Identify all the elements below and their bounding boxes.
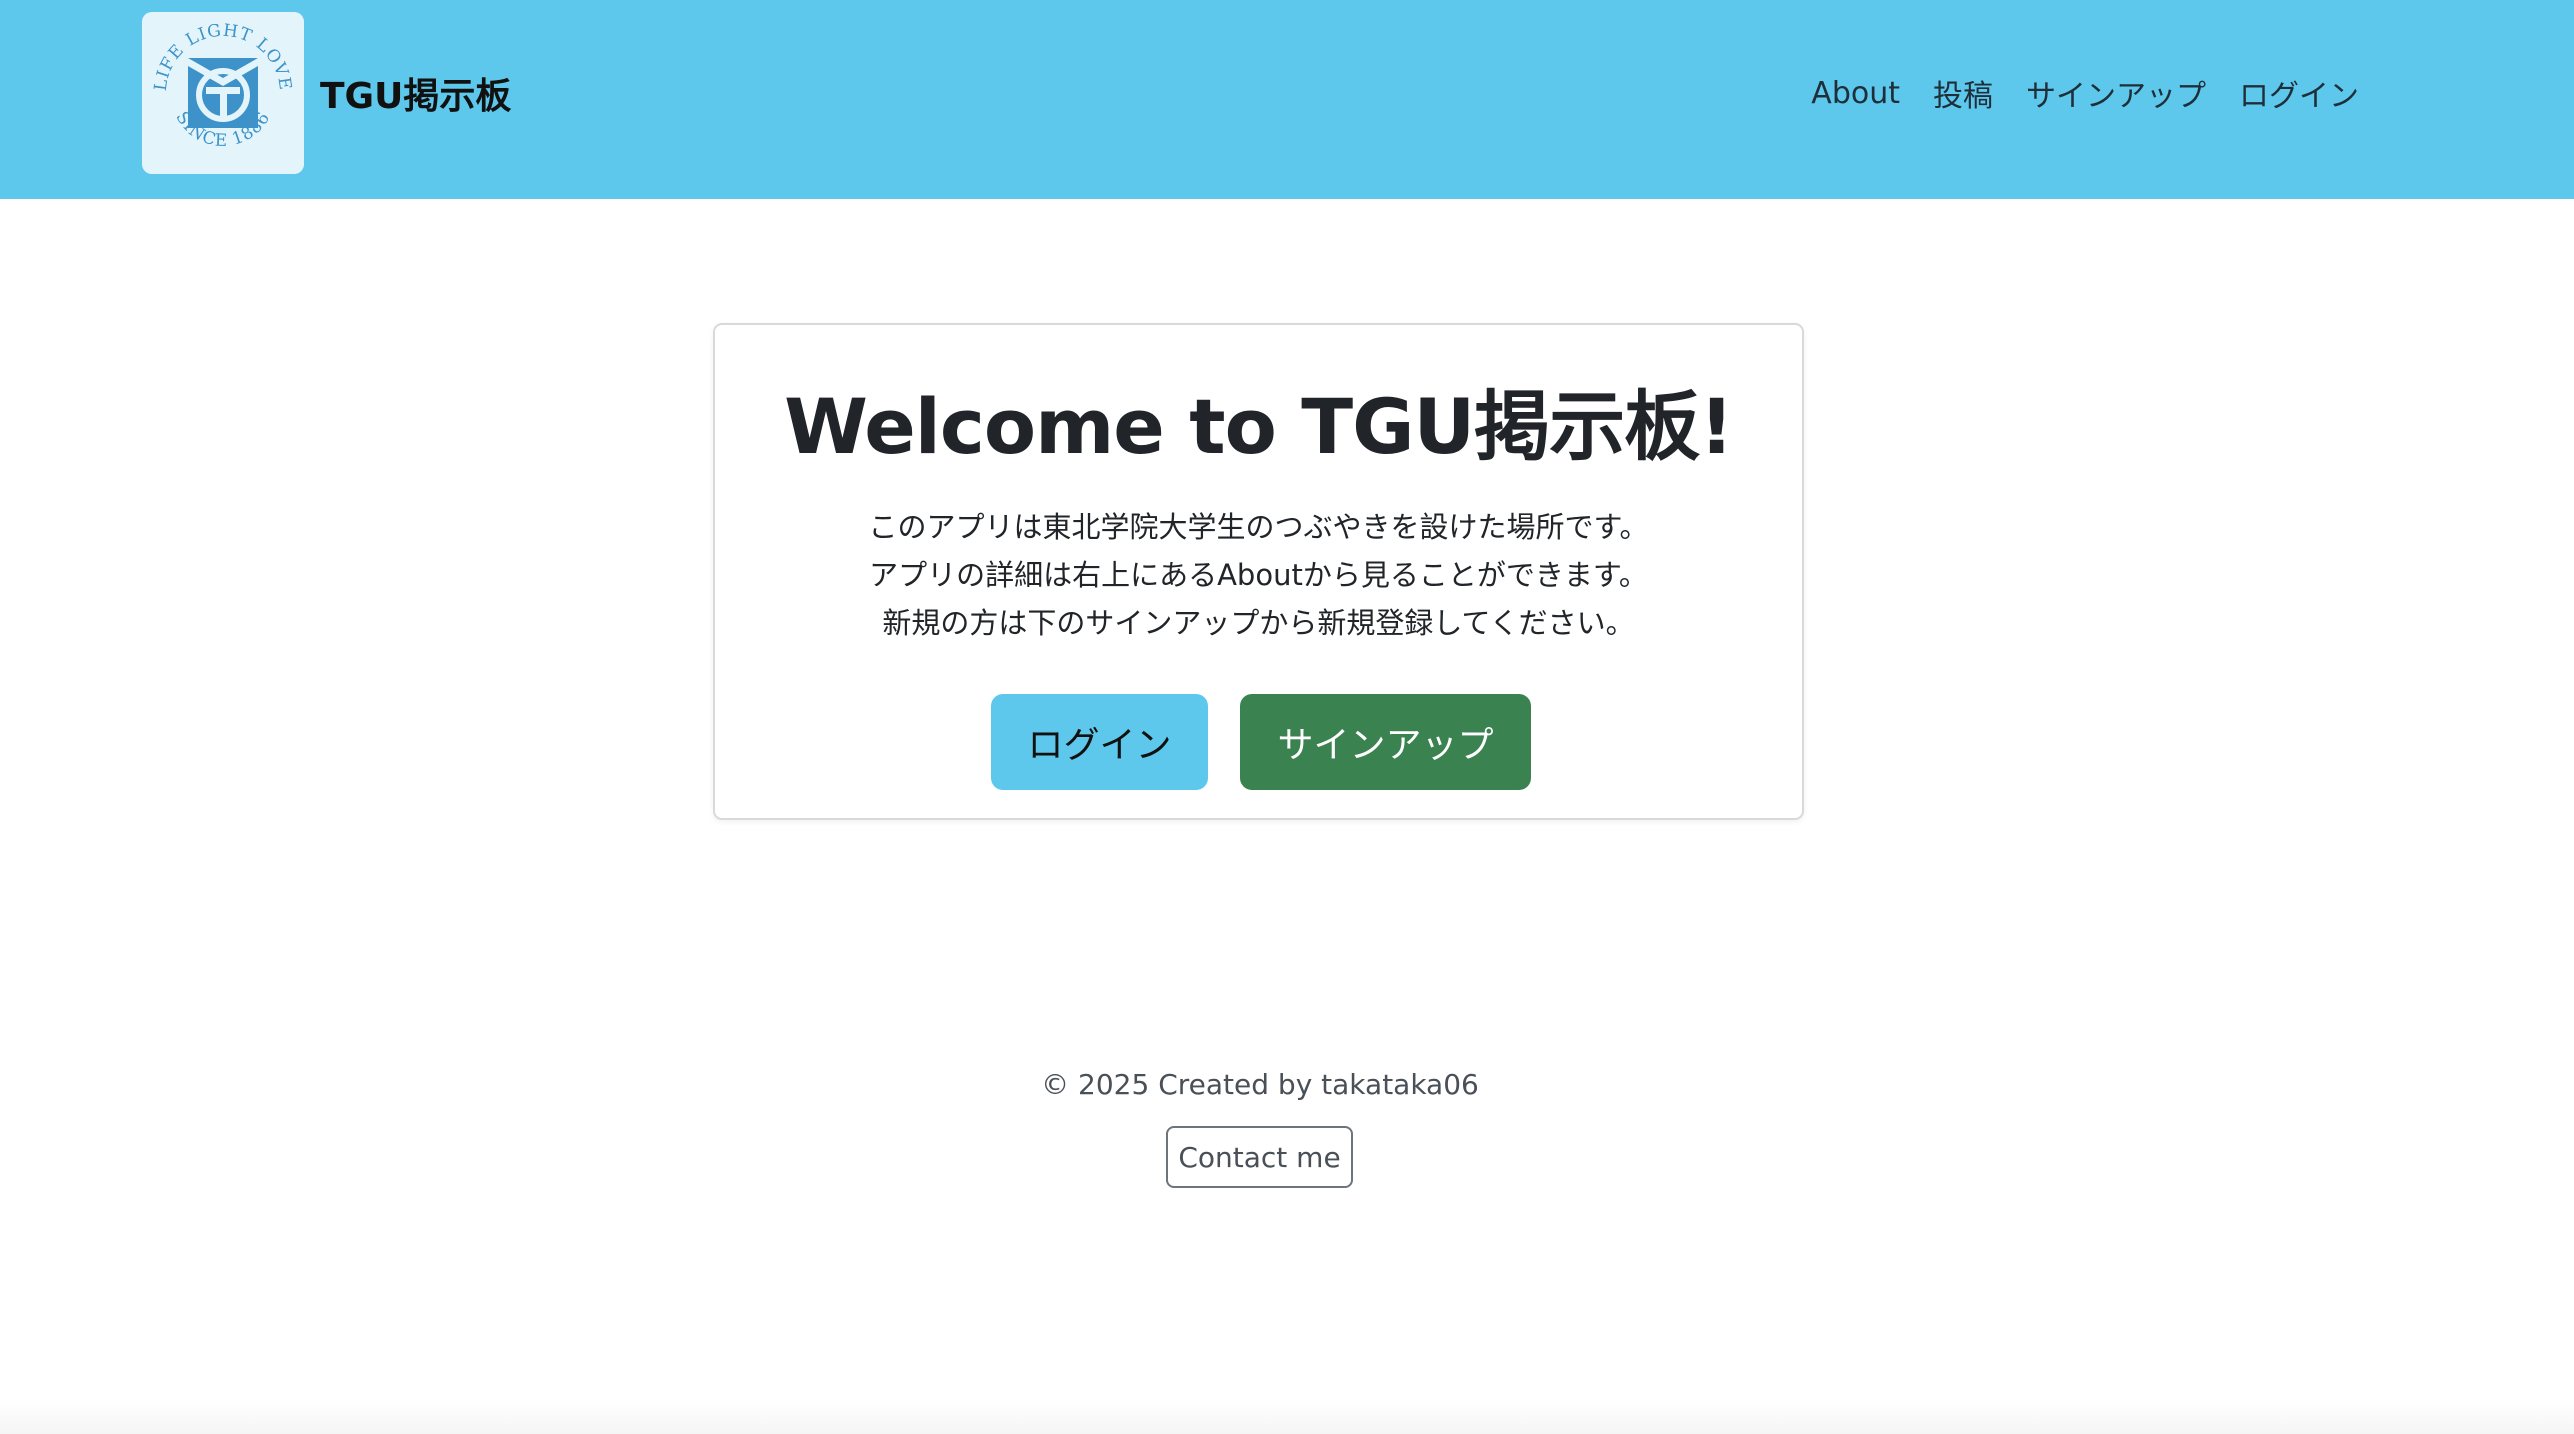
nav-links: About 投稿 サインアップ ログイン: [1811, 68, 2359, 118]
bottom-shadow: [0, 1398, 2574, 1434]
description-line: 新規の方は下のサインアップから新規登録してください。: [882, 606, 1635, 640]
welcome-card: Welcome to TGU掲示板! このアプリは東北学院大学生のつぶやきを設け…: [713, 323, 1804, 820]
navbar: LIFE LIGHT LOVE SINCE 1886 TGU掲示板 About …: [0, 0, 2574, 199]
description-line: このアプリは東北学院大学生のつぶやきを設けた場所です。: [868, 510, 1649, 544]
nav-link-signup[interactable]: サインアップ: [2026, 71, 2206, 115]
signup-button[interactable]: サインアップ: [1240, 694, 1531, 790]
tgu-logo-icon: LIFE LIGHT LOVE SINCE 1886: [142, 12, 304, 174]
welcome-title: Welcome to TGU掲示板!: [784, 382, 1734, 471]
welcome-description: このアプリは東北学院大学生のつぶやきを設けた場所です。 アプリの詳細は右上にある…: [715, 503, 1802, 647]
nav-link-post[interactable]: 投稿: [1933, 71, 1993, 115]
copyright-text: © 2025 Created by takataka06: [1041, 1068, 1479, 1101]
brand-link[interactable]: LIFE LIGHT LOVE SINCE 1886 TGU掲示板: [142, 12, 511, 174]
brand-name[interactable]: TGU掲示板: [320, 67, 511, 119]
contact-button[interactable]: Contact me: [1166, 1126, 1353, 1188]
nav-link-about[interactable]: About: [1811, 76, 1900, 111]
description-line: アプリの詳細は右上にあるAboutから見ることができます。: [869, 558, 1648, 592]
login-button[interactable]: ログイン: [991, 694, 1208, 790]
nav-link-login[interactable]: ログイン: [2239, 71, 2359, 115]
